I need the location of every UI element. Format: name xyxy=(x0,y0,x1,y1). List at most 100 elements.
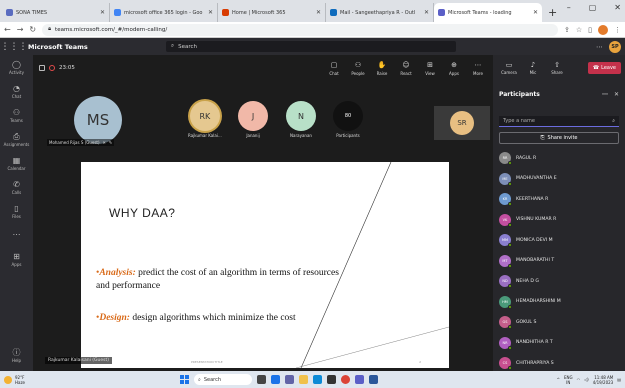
list-item[interactable]: HM HEMADHARSHINI M xyxy=(499,292,619,313)
rail-item-files[interactable]: ▯ Files xyxy=(0,199,33,223)
avatar-initials: VK xyxy=(502,217,508,222)
leave-button[interactable]: ☎ Leave xyxy=(587,62,621,74)
teams-app-icon[interactable] xyxy=(355,375,364,384)
status-badge xyxy=(508,181,512,186)
search-input[interactable]: ⌕ Search xyxy=(166,41,456,52)
more-options-icon[interactable]: ⋯ xyxy=(602,91,608,98)
browser-tab[interactable]: microsoft office 365 login - Goo ✕ xyxy=(110,3,218,22)
wifi-icon[interactable]: ◠ xyxy=(577,377,581,382)
volume-icon[interactable]: ◁) xyxy=(584,377,589,382)
task-view-icon[interactable] xyxy=(257,375,266,384)
list-item[interactable]: MM MONICA DEVI M xyxy=(499,230,619,251)
tab-close-icon[interactable]: ✕ xyxy=(208,9,213,16)
apps-icon: ⊕ xyxy=(451,60,457,69)
tab-label: microsoft office 365 login - Goo xyxy=(124,9,203,16)
new-tab-button[interactable]: + xyxy=(542,3,563,22)
assignments-icon: ⎙ xyxy=(13,131,20,141)
start-icon[interactable] xyxy=(180,375,189,384)
tab-close-icon[interactable]: ✕ xyxy=(533,9,538,16)
react-button[interactable]: ☺ React xyxy=(397,61,415,76)
more-button[interactable]: ⋯ More xyxy=(469,61,487,76)
list-item[interactable]: ND NEHA D G xyxy=(499,271,619,292)
weather-widget[interactable]: 92°F Haze xyxy=(0,375,180,385)
list-item[interactable]: ME MADHUVANTHA E xyxy=(499,169,619,190)
rail-item-chat[interactable]: ◔ Chat xyxy=(0,79,33,103)
rail-item-label: Chat xyxy=(11,93,22,99)
control-label: More xyxy=(473,70,483,76)
back-icon[interactable]: ← xyxy=(4,25,11,34)
share-page-icon[interactable]: ⇪ xyxy=(564,26,570,34)
chevron-up-icon[interactable]: ^ xyxy=(557,377,560,382)
url-field[interactable]: 🔒︎ teams.microsoft.com/_#/modern-calling… xyxy=(42,23,558,36)
list-item[interactable]: GS GOKUL S xyxy=(499,312,619,333)
browser-profile-avatar[interactable] xyxy=(598,24,608,35)
participant-tile[interactable]: RK Rajkumar Kalai... xyxy=(188,101,222,138)
close-icon[interactable]: ✕ xyxy=(614,91,619,98)
user-avatar[interactable]: SP xyxy=(609,40,621,53)
close-window-icon[interactable]: ✕ xyxy=(614,3,621,12)
clock[interactable]: 11:48 AM 4/19/2023 xyxy=(593,375,614,385)
rail-item-activity[interactable]: ◯ Activity xyxy=(0,55,33,79)
taskbar-search[interactable]: ⌕ Search xyxy=(194,374,252,385)
main-video-tile[interactable]: MS Mohamed Rijas S (Guest) ✕ ✎ xyxy=(43,86,155,146)
mic-button[interactable]: ♪ Mic xyxy=(521,61,545,75)
browser-tab[interactable]: SONA TIMES ✕ xyxy=(2,3,110,22)
chat-button[interactable]: ▢ Chat xyxy=(325,61,343,76)
bookmark-star-icon[interactable]: ☆ xyxy=(576,26,582,34)
reload-icon[interactable]: ↻ xyxy=(29,25,36,34)
file-explorer-icon[interactable] xyxy=(299,375,308,384)
camera-button[interactable]: ▭ Camera xyxy=(497,61,521,75)
browser-menu-icon[interactable]: ⋮ xyxy=(614,26,621,34)
status-badge xyxy=(508,325,512,330)
tab-close-icon[interactable]: ✕ xyxy=(100,9,105,16)
edge-icon[interactable] xyxy=(313,375,322,384)
rail-item-more[interactable]: ⋯ xyxy=(0,223,33,247)
view-button[interactable]: ⊞ View xyxy=(421,61,439,76)
widgets-icon[interactable] xyxy=(271,375,280,384)
shield-icon xyxy=(39,65,45,71)
settings-more-icon[interactable]: ⋯ xyxy=(596,43,603,51)
app-launcher-icon[interactable]: ⋮⋮⋮ xyxy=(0,42,28,52)
rail-item-apps[interactable]: ⊞ Apps xyxy=(0,247,33,271)
notification-icon[interactable]: ▤ xyxy=(617,377,621,382)
browser-tab[interactable]: Home | Microsoft 365 ✕ xyxy=(218,3,326,22)
word-icon[interactable] xyxy=(369,375,378,384)
participant-tile[interactable]: N Narayanan xyxy=(286,101,316,138)
store-icon[interactable] xyxy=(327,375,336,384)
files-icon: ▯ xyxy=(14,203,19,213)
people-button[interactable]: ⚇ People xyxy=(349,61,367,76)
rail-item-calendar[interactable]: ▦ Calendar xyxy=(0,151,33,175)
rail-item-teams[interactable]: ⚇ Teams xyxy=(0,103,33,127)
apps-button[interactable]: ⊕ Apps xyxy=(445,61,463,76)
forward-icon[interactable]: → xyxy=(17,25,24,34)
share-button[interactable]: ⇧ Share xyxy=(545,61,569,75)
panel-toolbar: ▭ Camera ♪ Mic ⇧ Share ☎ Leave xyxy=(493,55,625,81)
teams-chat-icon[interactable] xyxy=(285,375,294,384)
tab-close-icon[interactable]: ✕ xyxy=(316,9,321,16)
maximize-icon[interactable]: ▢ xyxy=(589,3,597,12)
minimize-icon[interactable]: – xyxy=(567,3,571,12)
rail-item-help[interactable]: ⓘ Help xyxy=(0,343,33,367)
raise-button[interactable]: ✋ Raise xyxy=(373,61,391,76)
rail-item-assignments[interactable]: ⎙ Assignments xyxy=(0,127,33,151)
list-item[interactable]: MT MANOBARATHI T xyxy=(499,251,619,272)
participant-search-input[interactable]: Type a name ⌕ xyxy=(499,116,619,127)
avatar: HM xyxy=(499,295,512,309)
tab-favicon-icon xyxy=(114,9,121,16)
list-item[interactable]: NR NANDHITHA R T xyxy=(499,333,619,354)
self-video-tile[interactable]: SR xyxy=(434,106,490,140)
participant-tile[interactable]: J Jananij xyxy=(238,101,268,138)
participant-count-tile[interactable]: 80 Participants xyxy=(333,101,363,138)
participant-name: HEMADHARSHINI M xyxy=(516,299,561,305)
participant-name: CHITHRAPRIYA S xyxy=(516,360,554,366)
list-item[interactable]: KR KEERTHANA R xyxy=(499,189,619,210)
browser-tab[interactable]: Microsoft Teams - loading ✕ xyxy=(434,3,542,22)
chrome-icon[interactable] xyxy=(341,375,350,384)
sidebar-icon[interactable]: ▯ xyxy=(588,26,592,34)
rail-item-calls[interactable]: ✆ Calls xyxy=(0,175,33,199)
list-item[interactable]: VK VISHNU KUMAR R xyxy=(499,210,619,231)
list-item[interactable]: RR RAGUL R xyxy=(499,148,619,169)
tab-close-icon[interactable]: ✕ xyxy=(424,9,429,16)
share-invite-button[interactable]: ⎘ Share invite xyxy=(499,132,619,144)
browser-tab[interactable]: Mail - Sangeethapriya R - Outl ✕ xyxy=(326,3,434,22)
